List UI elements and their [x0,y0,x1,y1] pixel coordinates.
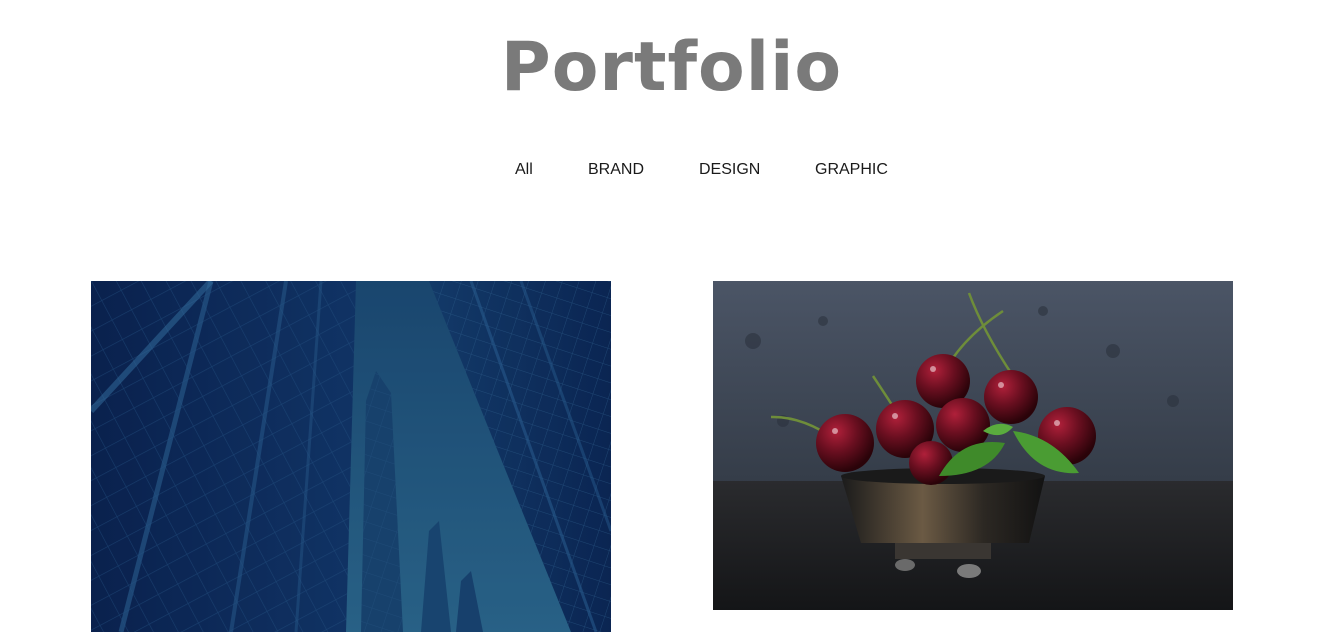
filter-graphic[interactable]: GRAPHIC [815,158,888,182]
filter-all[interactable]: All [515,158,533,182]
filter-brand[interactable]: BRAND [588,158,644,182]
portfolio-item-cherries[interactable] [713,281,1233,610]
cherries-image [713,281,1233,610]
portfolio-filter-nav: All BRAND DESIGN GRAPHIC [0,158,1343,182]
skyscrapers-image [91,281,611,632]
page-title: Portfolio [500,28,843,107]
filter-design[interactable]: DESIGN [699,158,760,182]
portfolio-item-skyscrapers[interactable] [91,281,611,632]
